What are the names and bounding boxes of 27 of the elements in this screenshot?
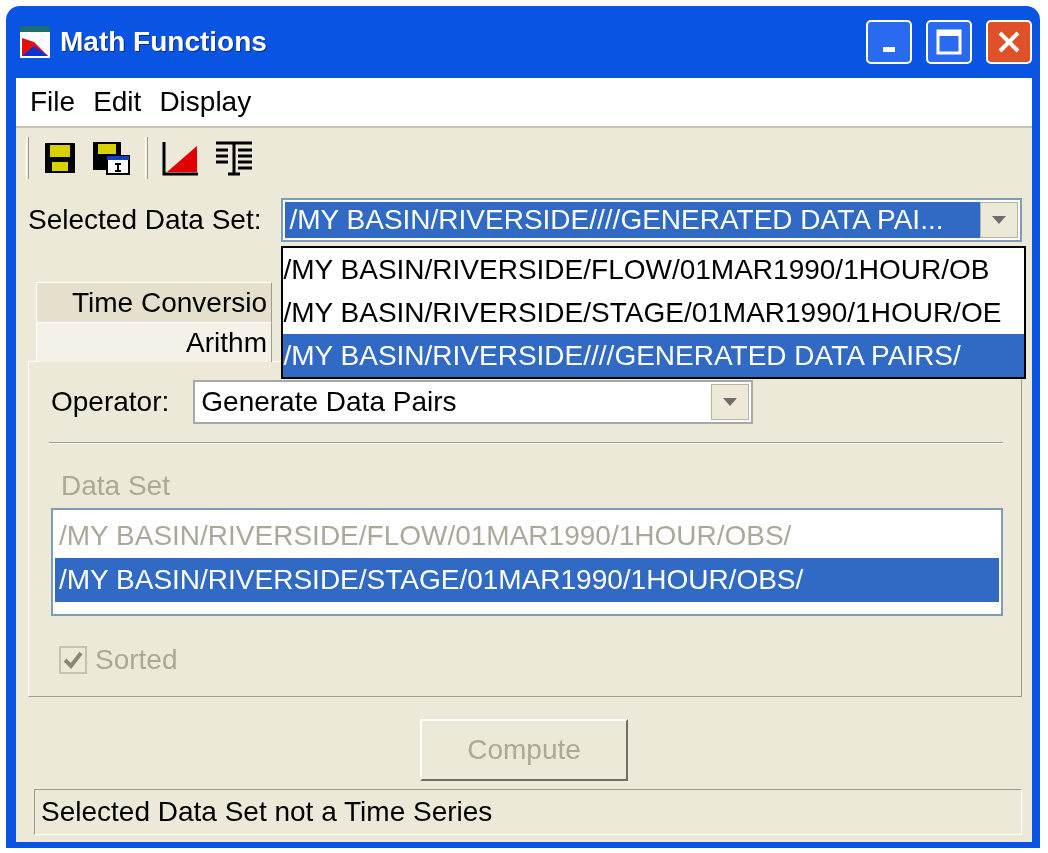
field-label: Selected Data Set: xyxy=(28,204,262,236)
tab[interactable]: Arithm xyxy=(36,322,272,362)
field-label: Operator: xyxy=(51,386,170,418)
caret-icon xyxy=(723,398,738,406)
text-align-icon[interactable] xyxy=(214,140,254,176)
chart-icon[interactable] xyxy=(162,140,200,176)
menu-item[interactable]: Edit xyxy=(93,86,156,118)
checkbox-label: Sorted xyxy=(95,644,178,676)
maximize-button[interactable] xyxy=(926,20,972,64)
window-title: Math Functions xyxy=(60,26,268,58)
menu-item[interactable]: File xyxy=(30,86,90,118)
save-as-icon[interactable] xyxy=(91,140,131,176)
field-label: Data Set xyxy=(61,470,170,502)
close-button[interactable] xyxy=(986,20,1032,64)
maximize-icon xyxy=(936,29,962,55)
dropdown-option[interactable]: /MY BASIN/RIVERSIDE////GENERATED DATA PAIRS/ xyxy=(283,334,1024,377)
tab[interactable]: Time Conversio xyxy=(36,282,272,322)
operator-dropdown[interactable]: Generate Data Pairs xyxy=(193,380,754,424)
chart-icon xyxy=(20,26,50,58)
save-icon[interactable] xyxy=(43,141,77,175)
minimize-button[interactable] xyxy=(866,20,912,64)
caret-icon xyxy=(992,216,1006,224)
data-set-dropdown[interactable]: /MY BASIN/RIVERSIDE////GENERATED DATA PAI... xyxy=(281,198,1022,242)
close-icon xyxy=(996,29,1022,55)
menu-item[interactable]: Display xyxy=(159,86,266,118)
status-bar: Selected Data Set not a Time Series xyxy=(34,789,1022,835)
minimize-icon xyxy=(883,46,895,52)
